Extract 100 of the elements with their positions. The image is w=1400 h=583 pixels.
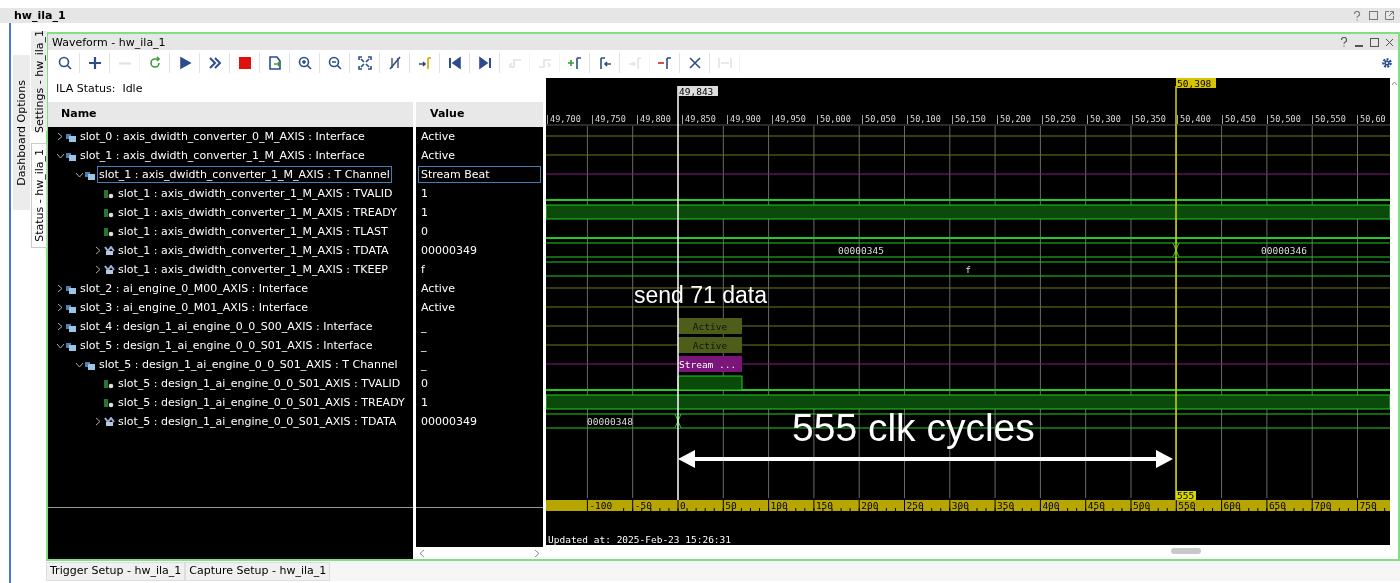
signal-value: Active xyxy=(420,129,457,145)
timeline-label: 250 xyxy=(906,500,924,511)
signal-name[interactable]: slot_5 : design_1_ai_engine_0_0_S01_AXIS : T Channel xyxy=(97,356,400,373)
updated-timestamp: Updated at: 2025-Feb-23 15:26:31 xyxy=(548,534,732,545)
time-label: |50,050 xyxy=(860,114,896,124)
bottom-tab[interactable]: Capture Setup - hw_ila_1 xyxy=(185,562,331,581)
time-label: |50,000 xyxy=(815,114,851,124)
timeline-label: 450 xyxy=(1087,500,1105,511)
interface-icon xyxy=(66,131,77,142)
interface-icon xyxy=(66,321,77,332)
fast-forward-icon xyxy=(206,55,223,71)
signal-name[interactable]: slot_1 : axis_dwidth_converter_1_M_AXIS : TLAST xyxy=(116,223,390,240)
signal-name[interactable]: slot_1 : axis_dwidth_converter_1_M_AXIS : TDATA xyxy=(116,242,391,259)
cursor-flag: 49,843 xyxy=(678,85,718,97)
close-icon xyxy=(686,55,703,71)
timeline-label: -50 xyxy=(634,500,652,511)
time-label: |50,150 xyxy=(950,114,986,124)
bus-value: 00000346 xyxy=(1261,244,1307,256)
signal-value: Active xyxy=(420,148,457,164)
column-header[interactable]: Value xyxy=(416,102,543,127)
timeline-label: 650 xyxy=(1268,500,1287,511)
settings-button[interactable] xyxy=(1380,56,1394,70)
bit-signal-icon xyxy=(104,378,115,389)
stop-icon xyxy=(236,55,253,71)
maximize-button[interactable] xyxy=(1368,9,1378,22)
arrow-marker-icon xyxy=(416,55,433,71)
plus-icon xyxy=(86,55,103,71)
signal-name[interactable]: slot_1 : axis_dwidth_converter_1_M_AXIS : Interface xyxy=(78,147,367,164)
bit-signal-icon xyxy=(104,207,115,218)
maximize-button[interactable] xyxy=(1369,36,1379,48)
time-label: |50,350 xyxy=(1130,114,1166,124)
signal-name[interactable]: slot_1 : axis_dwidth_converter_1_M_AXIS : TVALID xyxy=(116,185,395,202)
delta-flag: 555 xyxy=(1176,490,1196,501)
bit-signal-icon xyxy=(104,226,115,237)
help-button[interactable] xyxy=(1339,36,1349,48)
channel-icon xyxy=(85,359,96,370)
side-tab[interactable]: Dashboard Options xyxy=(13,55,30,210)
side-tab[interactable]: Settings - hw_ila_1 xyxy=(31,31,47,131)
time-label: |49,950 xyxy=(770,114,806,124)
time-label: |50,500 xyxy=(1265,114,1301,124)
signal-name[interactable]: slot_1 : axis_dwidth_converter_1_M_AXIS : TREADY xyxy=(116,204,399,221)
float-button[interactable] xyxy=(1384,9,1394,22)
minimize-icon xyxy=(1355,45,1363,47)
signal-value: 00000349 xyxy=(420,243,478,259)
close-button[interactable] xyxy=(1384,36,1394,48)
marker-right-icon xyxy=(626,55,643,71)
panel-title: Waveform - hw_ila_1 xyxy=(52,36,166,48)
bus-value: 00000345 xyxy=(838,244,884,256)
segment-label: Active xyxy=(678,337,742,353)
signal-name[interactable]: slot_1 : axis_dwidth_converter_1_M_AXIS : T Channel xyxy=(97,166,392,183)
signal-name[interactable]: slot_2 : ai_engine_0_M00_AXIS : Interface xyxy=(78,280,311,297)
interface-icon xyxy=(66,283,77,294)
bus-value: 00000348 xyxy=(587,415,633,427)
signal-name[interactable]: slot_5 : design_1_ai_engine_0_0_S01_AXIS : Interface xyxy=(78,337,375,354)
skip-start-icon xyxy=(446,55,463,71)
scroll-thumb[interactable] xyxy=(1171,548,1201,554)
signal-name[interactable]: slot_1 : axis_dwidth_converter_1_M_AXIS : TKEEP xyxy=(116,261,390,278)
time-label: |49,850 xyxy=(680,114,716,124)
bottom-tab[interactable]: Trigger Setup - hw_ila_1 xyxy=(46,562,186,581)
signal-name[interactable]: slot_5 : design_1_ai_engine_0_0_S01_AXIS : TREADY xyxy=(116,394,407,411)
signal-name[interactable]: slot_0 : axis_dwidth_converter_0_M_AXIS : Interface xyxy=(78,128,367,145)
time-label: |50,450 xyxy=(1220,114,1256,124)
zoom-in-icon xyxy=(296,55,313,71)
signal-value: 0 xyxy=(420,224,429,240)
timeline-label: 400 xyxy=(1042,500,1060,511)
signal-value: _ xyxy=(420,357,428,373)
signal-name[interactable]: slot_4 : design_1_ai_engine_0_0_S00_AXIS : Interface xyxy=(78,318,375,335)
fit-icon xyxy=(356,55,373,71)
signal-name[interactable]: slot_3 : ai_engine_0_M01_AXIS : Interface xyxy=(78,299,311,316)
signal-value: _ xyxy=(420,319,428,335)
ila-status: ILA Status: Idle xyxy=(56,80,143,97)
timeline-label: 750 xyxy=(1359,500,1377,511)
time-label: |50,400 xyxy=(1175,114,1211,124)
help-button[interactable] xyxy=(1352,9,1362,22)
time-label: |50,200 xyxy=(995,114,1031,124)
timeline-label: 300 xyxy=(951,500,969,511)
cursor-flag: 50,398 xyxy=(1176,78,1216,89)
side-tab[interactable]: Status - hw_ila_1 xyxy=(31,143,47,248)
time-label: |50,550 xyxy=(1310,114,1346,124)
timeline-label: 350 xyxy=(997,500,1015,511)
search-icon xyxy=(56,55,73,71)
signal-value: Active xyxy=(420,300,457,316)
segment-label: Active xyxy=(678,318,742,334)
signal-value: 0 xyxy=(420,376,429,392)
export-icon xyxy=(266,55,283,71)
timeline-label: 550 xyxy=(1178,500,1196,511)
remove-marker-icon xyxy=(656,55,673,71)
bus-signal-icon xyxy=(104,245,115,256)
channel-icon xyxy=(85,169,96,180)
time-label: |50,100 xyxy=(905,114,941,124)
segment-label: Stream ... xyxy=(678,356,742,372)
signal-name[interactable]: slot_5 : design_1_ai_engine_0_0_S01_AXIS : TVALID xyxy=(116,375,403,392)
signal-value: Active xyxy=(420,281,457,297)
interface-icon xyxy=(66,150,77,161)
time-label: |50,300 xyxy=(1085,114,1121,124)
signal-value: 1 xyxy=(420,186,429,202)
signal-name[interactable]: slot_5 : design_1_ai_engine_0_0_S01_AXIS : TDATA xyxy=(116,413,399,430)
signal-value: f xyxy=(420,262,426,278)
timeline-label: 50 xyxy=(725,500,737,511)
column-header[interactable]: Name xyxy=(48,102,413,127)
